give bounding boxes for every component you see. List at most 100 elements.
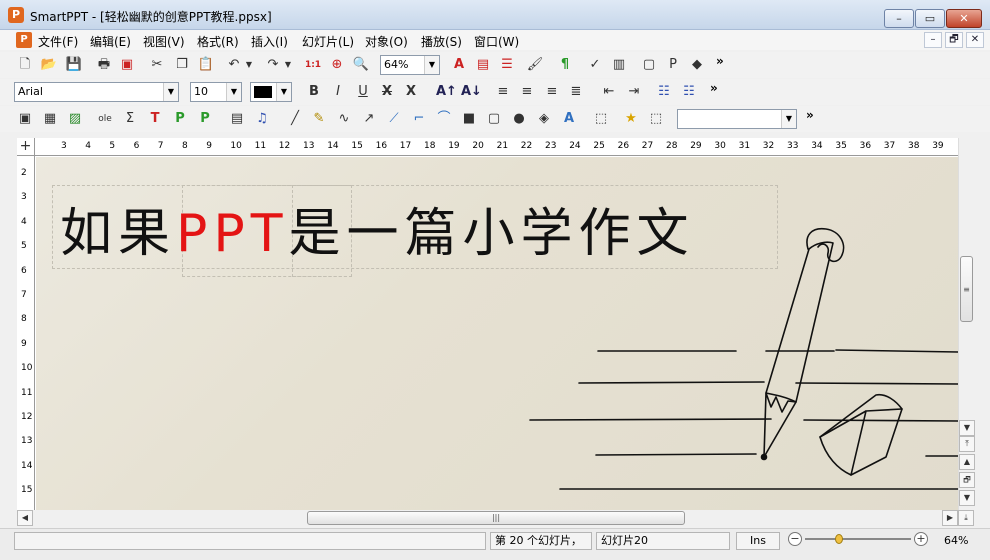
align-right-icon[interactable]: ≡ <box>543 83 561 101</box>
menu-view[interactable]: 视图(V) <box>143 33 185 50</box>
shrink-font-icon[interactable]: A↓ <box>461 83 482 101</box>
open-icon[interactable]: 📂 <box>40 56 58 74</box>
doc-restore-button[interactable]: 🗗 <box>945 32 963 48</box>
strikethrough-icon[interactable]: X <box>378 83 396 101</box>
decrease-indent-icon[interactable]: ⇤ <box>600 83 618 101</box>
slide-list-icon[interactable]: 🗗 <box>959 472 975 488</box>
paste-icon[interactable]: 📋 <box>197 56 215 74</box>
actual-size-icon[interactable]: 1:1 <box>304 56 322 74</box>
curved-connector-icon[interactable]: ⌒ <box>435 110 453 128</box>
menu-object[interactable]: 对象(O) <box>365 33 408 50</box>
rectangle-icon[interactable]: ■ <box>460 110 478 128</box>
doc-minimize-button[interactable]: – <box>924 32 942 48</box>
format-painter-icon[interactable]: 🖌 <box>526 56 544 74</box>
menu-format[interactable]: 格式(R) <box>197 33 239 50</box>
toolbar-overflow-icon[interactable]: » <box>710 81 718 95</box>
save-icon[interactable]: 💾 <box>65 56 83 74</box>
font-size-select[interactable]: 10 ▼ <box>190 82 242 102</box>
numbering-icon[interactable]: ☷ <box>680 83 698 101</box>
zoom-icon[interactable]: 🔍 <box>352 56 370 74</box>
scroll-left-icon[interactable]: ◀ <box>17 510 33 526</box>
page-icon[interactable]: ▢ <box>640 56 658 74</box>
zoom-select[interactable]: 64% ▼ <box>380 55 440 75</box>
arrow-icon[interactable]: ↗ <box>360 110 378 128</box>
menu-insert[interactable]: 插入(I) <box>251 33 288 50</box>
scroll-down-icon[interactable]: ▼ <box>959 420 975 436</box>
table-icon[interactable]: ▦ <box>41 110 59 128</box>
grow-font-icon[interactable]: A↑ <box>436 83 457 101</box>
menu-window[interactable]: 窗口(W) <box>474 33 519 50</box>
first-slide-icon[interactable]: ⤒ <box>959 436 975 452</box>
document-icon[interactable]: P <box>16 32 32 48</box>
zoom-slider-thumb[interactable] <box>834 534 843 544</box>
properties-icon[interactable]: P <box>664 56 682 74</box>
horizontal-scrollbar[interactable]: ◀ ||| ▶ <box>17 510 958 526</box>
zoom-out-icon[interactable]: − <box>788 532 802 546</box>
close-button[interactable]: ✕ <box>946 9 982 28</box>
paragraph-marks-icon[interactable]: ¶ <box>556 56 574 74</box>
group-icon[interactable]: ⬚ <box>592 110 610 128</box>
ruler-origin-icon[interactable]: + <box>17 138 35 156</box>
prev-slide-icon[interactable]: ▲ <box>959 454 975 470</box>
underline-icon[interactable]: U <box>354 83 372 101</box>
doc-close-button[interactable]: ✕ <box>966 32 984 48</box>
restore-button[interactable]: ▭ <box>915 9 945 28</box>
shapes-icon[interactable]: ◈ <box>535 110 553 128</box>
insert-mode[interactable]: Ins <box>736 532 780 550</box>
video-icon[interactable]: ▤ <box>228 110 246 128</box>
align-left-icon[interactable]: ≡ <box>494 83 512 101</box>
wordart-icon[interactable]: A <box>560 110 578 128</box>
elbow-connector-icon[interactable]: ⌐ <box>410 110 428 128</box>
picture-frame-icon[interactable]: P <box>171 110 189 128</box>
redo-icon[interactable]: ↷ <box>264 56 282 74</box>
formula-icon[interactable]: Σ <box>121 110 139 128</box>
menu-slide[interactable]: 幻灯片(L) <box>302 33 354 50</box>
print-icon[interactable]: 🖶 <box>95 56 113 74</box>
last-slide-icon[interactable]: ⤓ <box>958 510 974 526</box>
menu-edit[interactable]: 编辑(E) <box>90 33 131 50</box>
pencil-icon[interactable]: ✎ <box>310 110 328 128</box>
ole-object-icon[interactable]: ole <box>96 110 114 128</box>
cut-icon[interactable]: ✂ <box>148 56 166 74</box>
toolbar-overflow-icon[interactable]: » <box>716 54 724 68</box>
horizontal-scroll-thumb[interactable]: ||| <box>307 511 685 525</box>
menu-play[interactable]: 播放(S) <box>421 33 462 50</box>
next-slide-icon[interactable]: ▼ <box>959 490 975 506</box>
pdf-icon[interactable]: ▣ <box>118 56 136 74</box>
italic-icon[interactable]: I <box>329 83 347 101</box>
new-icon[interactable]: 🗋 <box>16 56 34 74</box>
stack-icon[interactable]: ◆ <box>688 56 706 74</box>
audio-icon[interactable]: ♫ <box>253 110 271 128</box>
zoom-region-icon[interactable]: ⊕ <box>328 56 346 74</box>
double-strike-icon[interactable]: X <box>402 83 420 101</box>
rounded-rectangle-icon[interactable]: ▢ <box>485 110 503 128</box>
minimize-button[interactable]: – <box>884 9 914 28</box>
undo-dropdown-icon[interactable]: ▼ <box>244 56 254 74</box>
image-icon[interactable]: ▨ <box>66 110 84 128</box>
copy-icon[interactable]: ❐ <box>173 56 191 74</box>
scroll-right-icon[interactable]: ▶ <box>942 510 958 526</box>
connector-icon[interactable]: ⟋ <box>385 110 403 128</box>
star-icon[interactable]: ★ <box>622 110 640 128</box>
zoom-slider[interactable] <box>805 534 911 544</box>
font-name-select[interactable]: Arial ▼ <box>14 82 179 102</box>
toolbar-overflow-icon[interactable]: » <box>806 108 814 122</box>
curve-icon[interactable]: ∿ <box>335 110 353 128</box>
placeholder-frame-icon[interactable]: P <box>196 110 214 128</box>
chart-icon[interactable]: ▥ <box>610 56 628 74</box>
text-box-icon[interactable]: A <box>450 56 468 74</box>
transform-icon[interactable]: ⬚ <box>647 110 665 128</box>
select-frame-icon[interactable]: ▣ <box>16 110 34 128</box>
justify-icon[interactable]: ≣ <box>567 83 585 101</box>
outline-icon[interactable]: ☰ <box>498 56 516 74</box>
vertical-scrollbar[interactable]: ≡ ▼ ⤒ ▲ 🗗 ▼ <box>958 138 975 510</box>
text-frame-icon[interactable]: T <box>146 110 164 128</box>
bullets-icon[interactable]: ☷ <box>655 83 673 101</box>
spellcheck-icon[interactable]: ✓ <box>586 56 604 74</box>
increase-indent-icon[interactable]: ⇥ <box>625 83 643 101</box>
line-icon[interactable]: ╱ <box>286 110 304 128</box>
text-color-select[interactable]: ▼ <box>250 82 292 102</box>
align-center-icon[interactable]: ≡ <box>518 83 536 101</box>
slide-layout-icon[interactable]: ▤ <box>474 56 492 74</box>
ellipse-icon[interactable]: ● <box>510 110 528 128</box>
